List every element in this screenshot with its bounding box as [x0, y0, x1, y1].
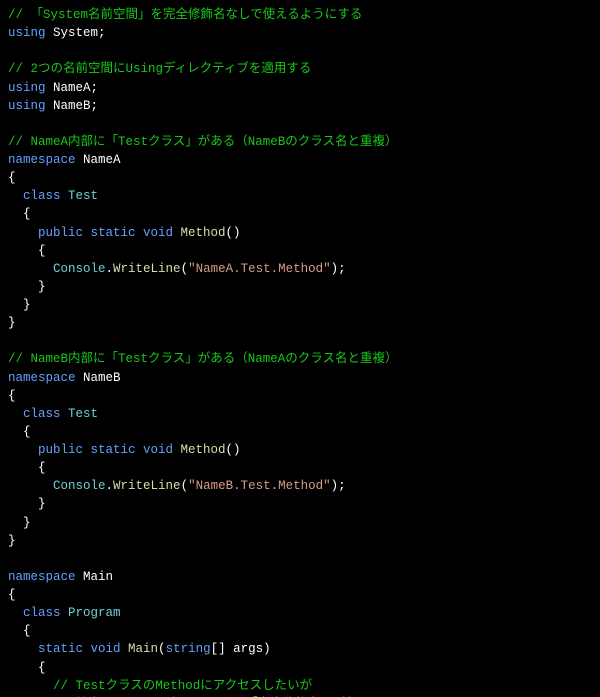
comment: // 2つの名前空間にUsingディレクティブを適用する — [8, 62, 311, 76]
type: Test — [61, 407, 99, 421]
keyword: namespace — [8, 371, 76, 385]
identifier: System — [53, 26, 98, 40]
string: "NameA.Test.Method" — [188, 262, 331, 276]
punct: ( — [181, 479, 189, 493]
identifier: NameB — [53, 99, 91, 113]
brace: { — [8, 624, 31, 638]
brace: } — [8, 280, 46, 294]
method: WriteLine — [113, 262, 181, 276]
punct: ; — [98, 26, 106, 40]
brace: } — [8, 316, 16, 330]
method: WriteLine — [113, 479, 181, 493]
brace: } — [8, 516, 31, 530]
punct: . — [106, 479, 114, 493]
type: Console — [53, 262, 106, 276]
identifier: NameA — [83, 153, 121, 167]
punct: ; — [91, 81, 99, 95]
comment: // TestクラスのMethodにアクセスしたいが — [8, 679, 312, 693]
method: Method — [173, 443, 226, 457]
identifier: NameB — [83, 371, 121, 385]
punct: [] args) — [211, 642, 271, 656]
comment: // 「System名前空間」を完全修飾名なしで使えるようにする — [8, 8, 362, 22]
keyword: class — [8, 606, 61, 620]
punct: . — [106, 262, 114, 276]
identifier: NameA — [53, 81, 91, 95]
punct: ); — [331, 262, 346, 276]
indent — [8, 262, 53, 276]
punct: ; — [91, 99, 99, 113]
keyword: public static void — [8, 443, 173, 457]
indent — [8, 479, 53, 493]
keyword: using — [8, 99, 46, 113]
brace: { — [8, 461, 46, 475]
brace: { — [8, 389, 16, 403]
keyword: static void — [8, 642, 121, 656]
type: Program — [61, 606, 121, 620]
brace: { — [8, 207, 31, 221]
keyword: string — [166, 642, 211, 656]
keyword: class — [8, 407, 61, 421]
brace: { — [8, 588, 16, 602]
comment: // NameB内部に「Testクラス」がある（NameAのクラス名と重複） — [8, 352, 398, 366]
keyword: public static void — [8, 226, 173, 240]
keyword: using — [8, 26, 46, 40]
punct: ); — [331, 479, 346, 493]
punct: ( — [158, 642, 166, 656]
punct: () — [226, 226, 241, 240]
method: Method — [173, 226, 226, 240]
identifier: Main — [83, 570, 113, 584]
method: Main — [121, 642, 159, 656]
keyword: class — [8, 189, 61, 203]
punct: ( — [181, 262, 189, 276]
keyword: using — [8, 81, 46, 95]
brace: { — [8, 425, 31, 439]
brace: } — [8, 497, 46, 511]
brace: { — [8, 171, 16, 185]
comment: // NameA内部に「Testクラス」がある（NameBのクラス名と重複） — [8, 135, 398, 149]
brace: } — [8, 534, 16, 548]
brace: { — [8, 661, 46, 675]
punct: () — [226, 443, 241, 457]
brace: } — [8, 298, 31, 312]
string: "NameB.Test.Method" — [188, 479, 331, 493]
brace: { — [8, 244, 46, 258]
keyword: namespace — [8, 570, 76, 584]
type: Test — [61, 189, 99, 203]
keyword: namespace — [8, 153, 76, 167]
code-block: // 「System名前空間」を完全修飾名なしで使えるようにする using S… — [0, 0, 600, 697]
type: Console — [53, 479, 106, 493]
